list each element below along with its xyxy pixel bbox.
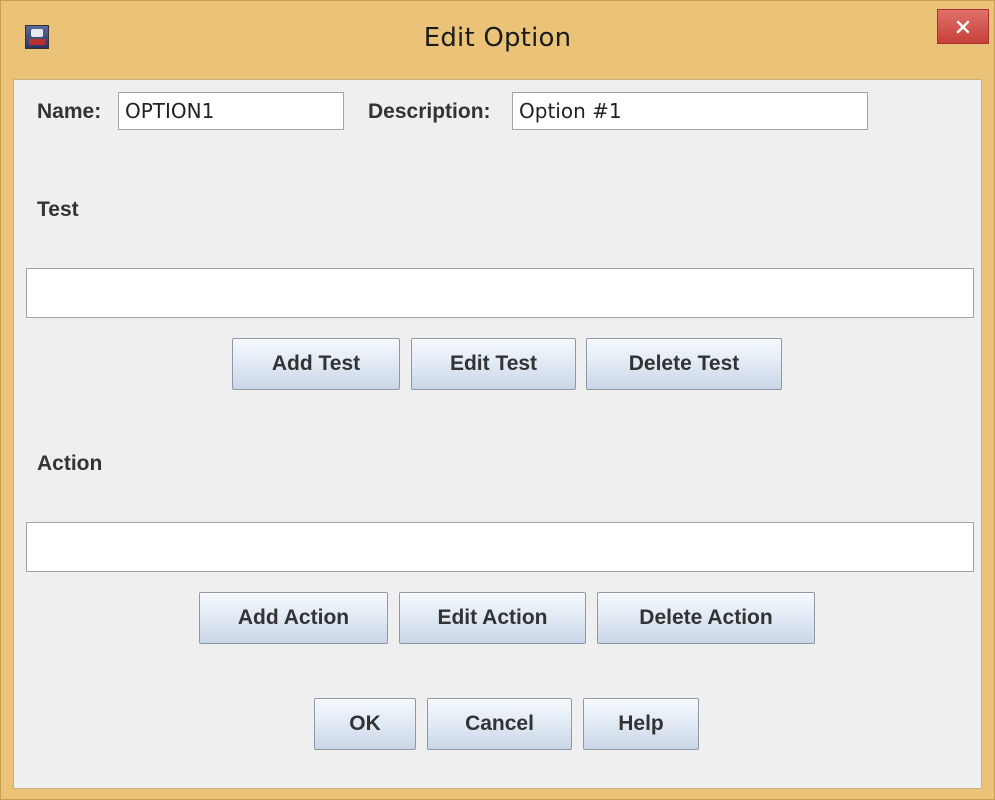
description-label: Description:	[368, 100, 491, 123]
edit-option-dialog: Edit Option Name: OPTION1 Description: O…	[0, 0, 995, 800]
test-list[interactable]	[26, 268, 974, 318]
close-x-icon	[956, 20, 970, 33]
description-field[interactable]: Option #1	[512, 92, 868, 130]
action-heading: Action	[37, 452, 103, 475]
name-label: Name:	[37, 100, 102, 123]
action-list[interactable]	[26, 522, 974, 572]
edit-action-button[interactable]: Edit Action	[399, 592, 586, 644]
name-field[interactable]: OPTION1	[118, 92, 344, 130]
close-button[interactable]	[937, 9, 989, 44]
cancel-button[interactable]: Cancel	[427, 698, 572, 750]
dialog-content: Name: OPTION1 Description: Option #1 Tes…	[13, 79, 982, 789]
edit-test-button[interactable]: Edit Test	[411, 338, 576, 390]
add-test-button[interactable]: Add Test	[232, 338, 400, 390]
delete-test-button[interactable]: Delete Test	[586, 338, 782, 390]
window-title: Edit Option	[423, 23, 572, 53]
delete-action-button[interactable]: Delete Action	[597, 592, 815, 644]
test-heading: Test	[37, 198, 79, 221]
title-bar[interactable]: Edit Option	[1, 1, 994, 79]
ok-button[interactable]: OK	[314, 698, 416, 750]
help-button[interactable]: Help	[583, 698, 699, 750]
add-action-button[interactable]: Add Action	[199, 592, 388, 644]
